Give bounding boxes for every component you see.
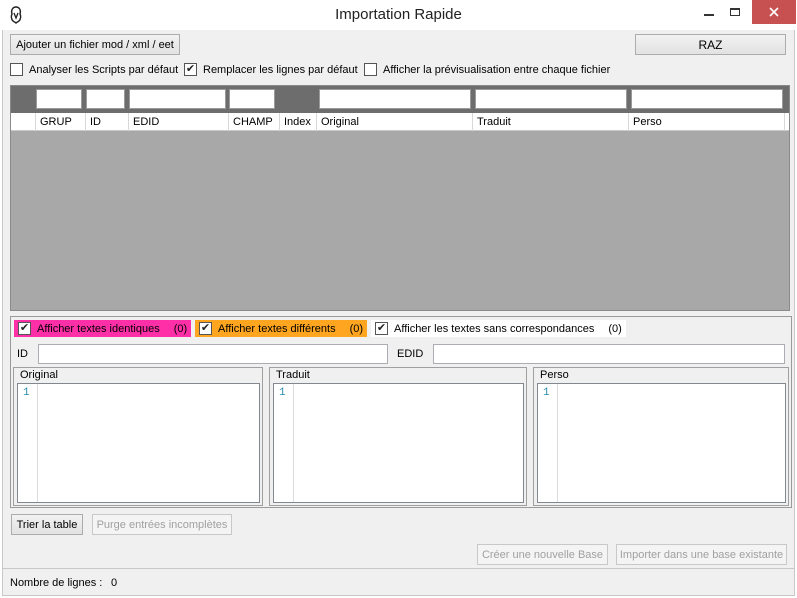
create-base-button[interactable]: Créer une nouvelle Base: [477, 544, 608, 565]
column-header-perso[interactable]: Perso: [629, 113, 785, 131]
original-editor[interactable]: 1: [17, 383, 260, 503]
replace-lines-option[interactable]: ✔ Remplacer les lignes par défaut: [184, 63, 358, 76]
different-filter[interactable]: ✔ Afficher textes différents (0): [195, 320, 368, 337]
unmatched-label: Afficher les textes sans correspondances: [394, 322, 595, 335]
column-header-original[interactable]: Original: [317, 113, 473, 131]
column-header-grup[interactable]: GRUP: [36, 113, 86, 131]
column-header-edid[interactable]: EDID: [129, 113, 229, 131]
maximize-icon[interactable]: [720, 0, 750, 24]
original-group: Original 1: [13, 367, 263, 506]
column-header-id[interactable]: ID: [86, 113, 129, 131]
analyze-scripts-label: Analyser les Scripts par défaut: [29, 63, 179, 76]
grid-filter-bar: [11, 86, 789, 113]
preview-option[interactable]: Afficher la prévisualisation entre chaqu…: [364, 63, 610, 76]
column-header-traduit[interactable]: Traduit: [473, 113, 629, 131]
id-filter-input[interactable]: [86, 89, 125, 109]
traduit-line-number: 1: [274, 384, 294, 502]
row-header-corner: [11, 113, 36, 131]
grid-header-row: GRUP ID EDID CHAMP Index Original Tradui…: [11, 113, 789, 131]
reset-button[interactable]: RAZ: [635, 34, 786, 55]
traduit-group-title: Traduit: [276, 369, 310, 381]
original-group-title: Original: [20, 369, 58, 381]
client-area: Ajouter un fichier mod / xml / eet RAZ A…: [2, 30, 795, 596]
perso-filter-input[interactable]: [631, 89, 783, 109]
analyze-scripts-option[interactable]: Analyser les Scripts par défaut: [10, 63, 178, 76]
sort-table-button[interactable]: Trier la table: [11, 514, 83, 535]
id-field[interactable]: [38, 344, 388, 364]
purge-incomplete-button[interactable]: Purge entrées incomplètes: [92, 514, 232, 535]
grup-filter-input[interactable]: [36, 89, 82, 109]
window-title: Importation Rapide: [335, 6, 462, 23]
preview-checkbox[interactable]: [364, 63, 377, 76]
identical-checkbox[interactable]: ✔: [18, 322, 31, 335]
identical-label: Afficher textes identiques: [37, 322, 160, 335]
column-header-champ[interactable]: CHAMP: [229, 113, 280, 131]
different-checkbox[interactable]: ✔: [199, 322, 212, 335]
edid-label: EDID: [397, 348, 424, 360]
data-grid[interactable]: GRUP ID EDID CHAMP Index Original Tradui…: [10, 85, 790, 311]
analyze-scripts-checkbox[interactable]: [10, 63, 23, 76]
traduit-editor[interactable]: 1: [273, 383, 524, 503]
perso-group: Perso 1: [533, 367, 789, 506]
rows-count-label: Nombre de lignes :: [10, 577, 103, 589]
unmatched-filter[interactable]: ✔ Afficher les textes sans correspondanc…: [371, 320, 626, 337]
replace-lines-checkbox[interactable]: ✔: [184, 63, 197, 76]
traduit-group: Traduit 1: [269, 367, 527, 506]
identical-filter[interactable]: ✔ Afficher textes identiques (0): [14, 320, 192, 337]
unmatched-count: (0): [608, 322, 622, 335]
edid-filter-input[interactable]: [129, 89, 226, 109]
status-bar: Nombre de lignes : 0: [3, 568, 794, 595]
edid-field[interactable]: [433, 344, 785, 364]
perso-line-number: 1: [538, 384, 558, 502]
replace-lines-label: Remplacer les lignes par défaut: [203, 63, 358, 76]
different-count: (0): [349, 322, 364, 335]
title-bar: Importation Rapide: [0, 0, 797, 30]
perso-group-title: Perso: [540, 369, 569, 381]
id-label: ID: [17, 348, 28, 360]
perso-editor[interactable]: 1: [537, 383, 786, 503]
identical-count: (0): [173, 322, 188, 335]
original-line-number: 1: [18, 384, 38, 502]
different-label: Afficher textes différents: [218, 322, 336, 335]
preview-label: Afficher la prévisualisation entre chaqu…: [383, 63, 611, 76]
champ-filter-input[interactable]: [229, 89, 275, 109]
import-base-button[interactable]: Importer dans une base existante: [616, 544, 787, 565]
rows-count-value: 0: [111, 577, 118, 589]
add-file-button[interactable]: Ajouter un fichier mod / xml / eet: [10, 34, 180, 55]
detail-panel: ✔ Afficher textes identiques (0) ✔ Affic…: [10, 316, 792, 508]
column-header-index[interactable]: Index: [280, 113, 317, 131]
unmatched-checkbox[interactable]: ✔: [375, 322, 388, 335]
original-filter-input[interactable]: [319, 89, 471, 109]
close-icon[interactable]: [752, 0, 796, 24]
traduit-filter-input[interactable]: [475, 89, 627, 109]
